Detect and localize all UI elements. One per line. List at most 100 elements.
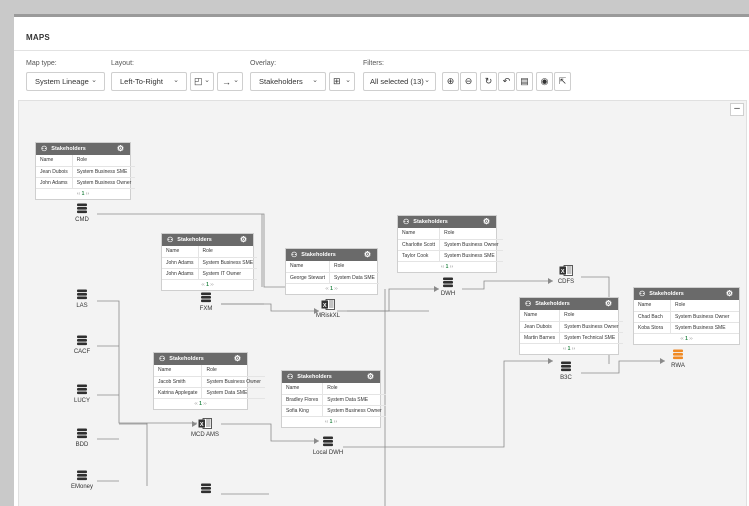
pagination: ‹‹ 1 ›› xyxy=(398,262,496,272)
next-page-button[interactable]: ›› xyxy=(86,191,89,197)
node-mrisk[interactable]: X MRiskXL xyxy=(303,299,353,319)
database-icon xyxy=(77,335,87,346)
node-rwa[interactable]: RWA xyxy=(653,349,703,369)
role-cell: System Business SME xyxy=(71,166,136,178)
node-dwh[interactable]: DWH xyxy=(423,277,473,297)
card-header: ⚇ Stakeholders ⚙ xyxy=(634,288,739,300)
people-icon: ⚇ xyxy=(291,252,298,259)
table-header-row: Name Role xyxy=(286,261,379,273)
gear-icon[interactable]: ⚙ xyxy=(234,354,241,363)
node-b3c[interactable]: B3C xyxy=(541,361,591,381)
node-mcdams[interactable]: X MCD AMS xyxy=(180,418,230,438)
next-page-button[interactable]: ›› xyxy=(203,401,206,407)
stakeholders-table: Name Role John Adams System Business SME Joh… xyxy=(162,246,258,280)
stakeholders-card-mrisk: ⚇ Stakeholders ⚙ Name Role George Stewart Sy… xyxy=(285,248,379,295)
node-extra[interactable] xyxy=(181,483,231,497)
role-cell: System Business Owner xyxy=(439,239,503,251)
stakeholders-card-mcdams: ⚇ Stakeholders ⚙ Name Role Jacob Smith Syste… xyxy=(153,352,265,410)
zoom-in-button[interactable]: ⊕ xyxy=(442,72,459,91)
gear-icon[interactable]: ⚙ xyxy=(240,235,247,244)
page-number[interactable]: 1 xyxy=(446,264,449,270)
next-page-button[interactable]: ›› xyxy=(334,419,337,425)
role-cell: System Business SME xyxy=(439,250,503,262)
save-button[interactable]: ▤ xyxy=(516,72,533,91)
chevron-down-icon: ⌄ xyxy=(312,77,318,84)
gear-icon[interactable]: ⚙ xyxy=(117,144,124,153)
gear-icon[interactable]: ⚙ xyxy=(605,299,612,308)
next-page-button[interactable]: ›› xyxy=(572,346,575,352)
node-fxm[interactable]: FXM xyxy=(181,292,231,312)
table-row: John Adams System IT Owner xyxy=(162,268,258,280)
table-header-row: Name Role xyxy=(398,228,503,240)
name-cell: Koba Stora xyxy=(634,322,671,334)
page-number[interactable]: 1 xyxy=(685,336,688,342)
table-select[interactable]: ⊞ ⌄ xyxy=(329,72,355,91)
node-localdwh[interactable]: Local DWH xyxy=(303,436,353,456)
gear-icon[interactable]: ⚙ xyxy=(726,289,733,298)
toolbar: Map type: System Lineage ⌄ Layout: Left-… xyxy=(14,54,749,100)
table-header-row: Name Role xyxy=(154,365,265,377)
card-header: ⚇ Stakeholders ⚙ xyxy=(286,249,377,261)
card-title: Stakeholders xyxy=(649,291,684,297)
refresh-icon: ↻ xyxy=(484,76,493,86)
table-row: John Adams System Business SME xyxy=(162,257,258,269)
next-page-button[interactable]: ›› xyxy=(689,336,692,342)
node-lucy[interactable]: LUCY xyxy=(57,384,107,404)
table-row: Martin Barnes System Technical SME xyxy=(520,332,623,344)
table-header-row: Name Role xyxy=(282,383,386,395)
name-cell: Jacob Smith xyxy=(154,376,202,388)
export-icon: ⇱ xyxy=(558,76,567,86)
stakeholders-table: Name Role Jean Dubois System Business Owner… xyxy=(520,310,623,344)
map-type-select[interactable]: System Lineage ⌄ xyxy=(26,72,105,91)
lineage-canvas[interactable]: – CMD FXM X MRiskXL DWH X CDFS LAS CACF LU… xyxy=(18,100,747,506)
collapse-button[interactable]: – xyxy=(730,103,744,116)
page-number[interactable]: 1 xyxy=(568,346,571,352)
page-number[interactable]: 1 xyxy=(199,401,202,407)
layout-select[interactable]: Left-To-Right ⌄ xyxy=(111,72,187,91)
page-number[interactable]: 1 xyxy=(206,282,209,288)
table-header-row: Name Role xyxy=(520,310,623,322)
overlay-select[interactable]: Stakeholders ⌄ xyxy=(250,72,326,91)
role-cell: System Data SME xyxy=(329,272,379,284)
view-button[interactable]: ◉ xyxy=(536,72,553,91)
gear-icon[interactable]: ⚙ xyxy=(367,372,374,381)
column-header: Role xyxy=(322,383,386,395)
next-page-button[interactable]: ›› xyxy=(450,264,453,270)
gear-icon[interactable]: ⚙ xyxy=(483,217,490,226)
name-cell: John Adams xyxy=(36,177,73,189)
node-cdfs[interactable]: X CDFS xyxy=(541,265,591,285)
next-page-button[interactable]: ›› xyxy=(210,282,213,288)
database-icon xyxy=(673,349,683,360)
node-bdd[interactable]: BDD xyxy=(57,428,107,448)
table-row: Katrina Applegate System Data SME xyxy=(154,387,265,399)
refresh-button[interactable]: ↻ xyxy=(480,72,497,91)
next-page-button[interactable]: ›› xyxy=(334,286,337,292)
column-header: Role xyxy=(669,300,739,312)
undo-button[interactable]: ↶ xyxy=(498,72,515,91)
table-row: Taylor Cook System Business SME xyxy=(398,250,503,262)
node-emoney[interactable]: EMoney xyxy=(57,470,107,490)
node-las[interactable]: LAS xyxy=(57,289,107,309)
zoom-out-button[interactable]: ⊖ xyxy=(460,72,477,91)
node-cacf[interactable]: CACF xyxy=(57,335,107,355)
gear-icon[interactable]: ⚙ xyxy=(364,250,371,259)
database-icon xyxy=(77,289,87,300)
export-button[interactable]: ⇱ xyxy=(554,72,571,91)
page-number[interactable]: 1 xyxy=(82,191,85,197)
node-cmd[interactable]: CMD xyxy=(57,203,107,223)
filters-select[interactable]: All selected (13) ⌄ xyxy=(363,72,436,91)
shape-select[interactable]: ◰ ⌄ xyxy=(190,72,214,91)
pagination: ‹‹ 1 ›› xyxy=(634,334,739,344)
node-label: MRiskXL xyxy=(315,313,340,319)
table-header-row: Name Role xyxy=(36,155,136,167)
direction-select[interactable]: → ⌄ xyxy=(217,72,243,91)
page-number[interactable]: 1 xyxy=(330,419,333,425)
chevron-down-icon: ⌄ xyxy=(204,77,210,84)
undo-icon: ↶ xyxy=(502,76,511,86)
page-number[interactable]: 1 xyxy=(330,286,333,292)
name-cell: Chad Bach xyxy=(634,311,671,323)
chevron-down-icon: ⌄ xyxy=(233,77,239,84)
column-header: Role xyxy=(197,246,258,258)
chevron-down-icon: ⌄ xyxy=(91,77,97,84)
name-cell: Sofia King xyxy=(282,405,323,417)
